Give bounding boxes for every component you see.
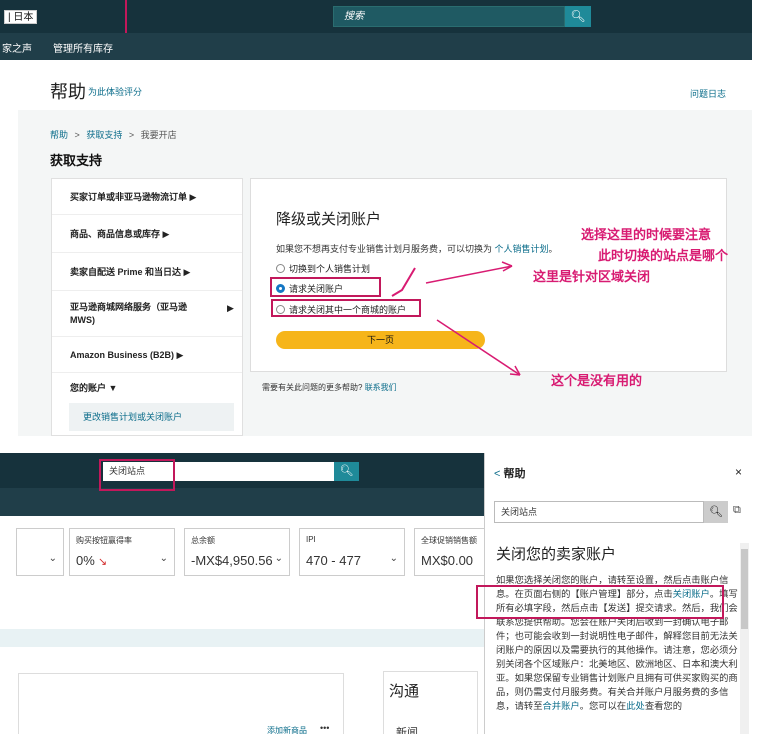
metric-value: MX$0.00 [421,553,474,568]
arrowhead [509,365,521,376]
metric-value: 470 - 477 [306,553,361,568]
metric-label: 总余额 [191,536,215,545]
annotation-note2: 这里是针对区域关闭 [533,269,651,284]
metric-card-0[interactable]: ⌄ [16,528,64,576]
top-screenshot: | 日本 搜索 🔍︎ 家之声 管理所有库存 帮助 为此体验评分 问题日志 帮助 … [0,0,780,436]
comm-title: 沟通 [389,683,420,700]
search-icon: 🔍︎ [339,465,354,477]
help-search-button[interactable]: 🔍︎ [704,501,728,523]
trend-down-icon: ↘ [94,556,108,568]
metric-label: IPI [306,535,316,544]
checkmark-annotation [391,267,416,297]
annotation-box-search [99,459,175,491]
chevron-down-icon[interactable]: ⌄ [390,553,398,564]
annotation-box-article [476,585,724,619]
help-back-button[interactable]: < 帮助 [494,465,526,481]
bottom-screenshot: 关闭站点 🔍︎ ⌄ 购买按钮赢得率 0% ↘ ⌄ 总余额 -MX$4,950.5… [0,453,780,734]
more-options-icon[interactable]: ••• [320,723,329,733]
metric-card-ipi[interactable]: IPI 470 - 477 ⌄ [299,528,405,576]
help-panel-title: 帮助 [503,468,526,480]
add-product-link[interactable]: 添加新商品 [267,725,307,734]
help-scrollbar-thumb[interactable] [741,549,748,629]
back-chevron-icon[interactable]: < [494,468,500,480]
chevron-down-icon[interactable]: ⌄ [49,553,57,564]
metric-value: 0% ↘ [76,553,107,568]
article-text: 查看您的 [644,701,683,711]
metric-card-promo[interactable]: 全球促销销售额 MX$0.00 [414,528,484,576]
search-button[interactable]: 🔍︎ [334,462,359,481]
chevron-down-icon[interactable]: ⌄ [160,553,168,564]
metric-card-balance[interactable]: 总余额 -MX$4,950.56 ⌄ [184,528,290,576]
metric-value: -MX$4,950.56 [191,553,273,568]
arrow-annotation [436,319,521,376]
news-label: 新闻 [396,727,418,734]
metric-label: 全球促销销售额 [421,536,477,545]
article-title: 关闭您的卖家账户 [496,546,617,563]
external-link-icon[interactable]: ⧉ [733,504,741,517]
chevron-down-icon[interactable]: ⌄ [275,553,283,564]
close-icon[interactable]: × [735,465,742,479]
arrow-annotation [425,265,513,284]
metric-label: 购买按钮赢得率 [76,536,132,545]
here-link[interactable]: 此处 [626,701,645,711]
merge-accounts-link[interactable]: 合并账户 [543,701,580,711]
bottom-nav-bar [0,488,484,516]
communication-panel: 沟通 新闻 [383,671,478,734]
search-icon: 🔍︎ [709,506,723,518]
annotation-note1-line1: 选择这里的时候要注意 [581,227,712,242]
annotation-note1-line2: 此时切换的站点是哪个 [598,248,729,263]
metric-value-text: 0% [76,553,95,568]
help-search-input[interactable]: 关闭站点 [494,501,704,523]
annotation-note3: 这个是没有用的 [551,373,643,388]
article-text: 。您可以在 [579,701,627,711]
annotation-arrows [391,261,521,376]
info-strip [0,629,484,647]
metric-card-buybox[interactable]: 购买按钮赢得率 0% ↘ ⌄ [69,528,175,576]
